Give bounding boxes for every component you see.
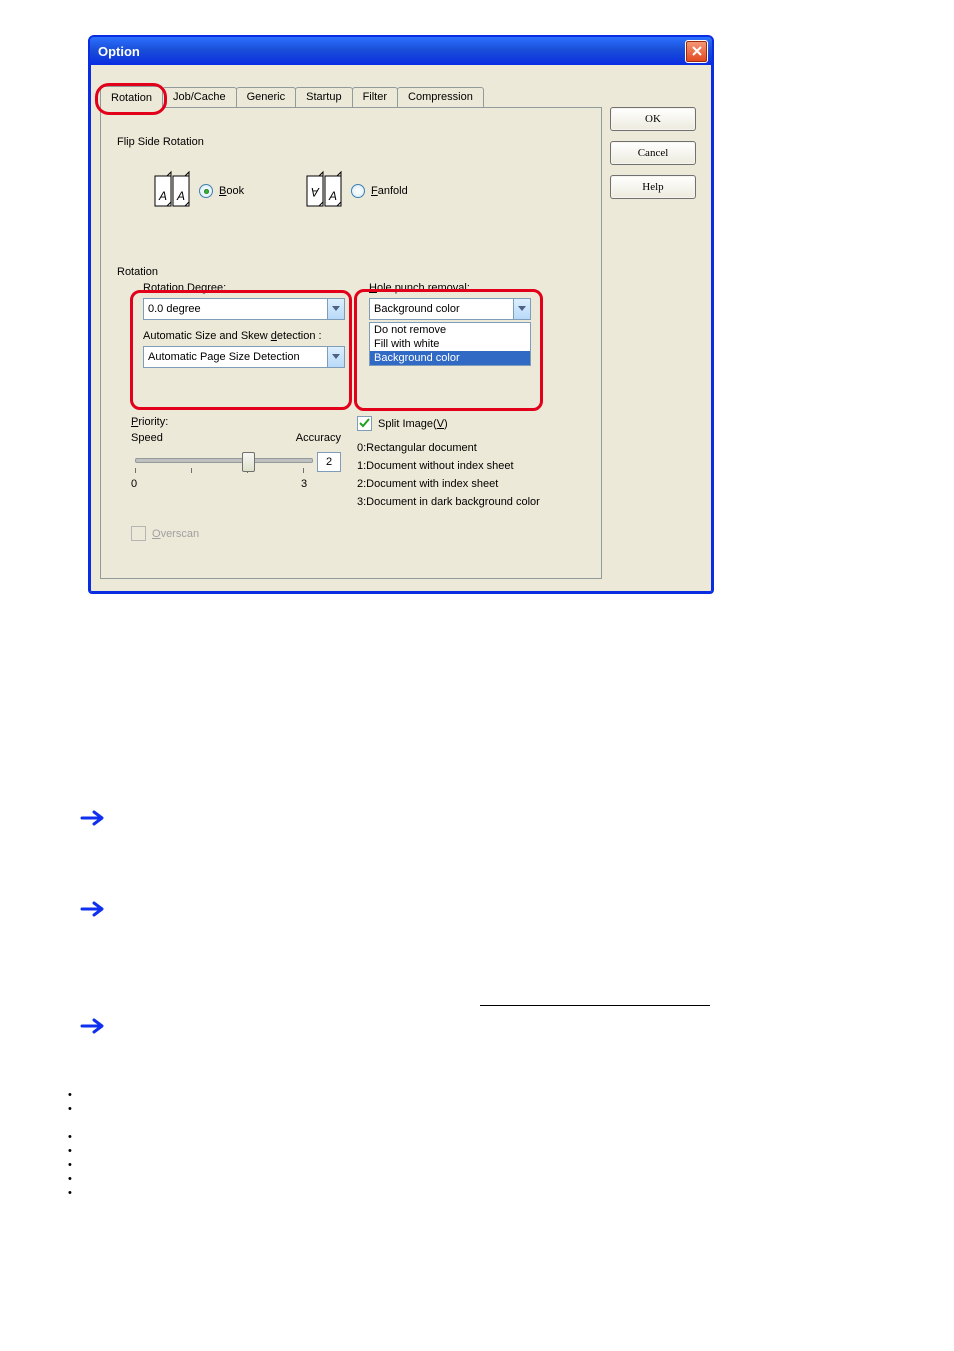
split-option-1: 1:Document without index sheet: [357, 457, 583, 475]
svg-text:A: A: [176, 189, 185, 203]
flip-side-section: Flip Side Rotation A A Book: [113, 118, 589, 233]
autosize-combo[interactable]: Automatic Page Size Detection: [143, 346, 345, 368]
overscan-checkbox: [131, 526, 146, 541]
tab-compression[interactable]: Compression: [397, 87, 484, 107]
holepunch-label: Hole punch removal:: [369, 282, 559, 294]
close-button[interactable]: [685, 40, 708, 63]
client-area: Rotation Job/Cache Generic Startup Filte…: [94, 69, 708, 588]
tab-generic[interactable]: Generic: [236, 87, 297, 107]
book-icon: A A: [153, 170, 193, 212]
list-item: •: [68, 1102, 72, 1116]
priority-min: 0: [131, 478, 137, 490]
rotation-left-column: Rotation Degree: 0.0 degree Automatic Si…: [143, 282, 353, 368]
list-item: •: [68, 1158, 72, 1172]
bullet-list: • • • • • • •: [68, 1088, 72, 1200]
slider-tick: [303, 468, 304, 473]
svg-text:A: A: [158, 189, 167, 203]
split-image-checkbox[interactable]: [357, 416, 372, 431]
chevron-down-icon: [513, 299, 530, 319]
svg-text:A: A: [328, 189, 337, 203]
autosize-label: Automatic Size and Skew detection :: [143, 330, 353, 342]
rotation-right-column: Hole punch removal: Background color Do …: [369, 282, 559, 366]
list-item: •: [68, 1172, 72, 1186]
rotation-section-label: Rotation: [117, 266, 158, 278]
flip-section-label: Flip Side Rotation: [117, 136, 204, 148]
split-image-options: 0:Rectangular document 1:Document withou…: [357, 439, 583, 511]
rotation-degree-combo[interactable]: 0.0 degree: [143, 298, 345, 320]
fanfold-icon: A A: [305, 170, 345, 212]
split-image-label: Split Image(V): [378, 418, 448, 430]
rotation-degree-label: Rotation Degree:: [143, 282, 353, 294]
horizontal-rule: [480, 1005, 710, 1006]
tab-filter[interactable]: Filter: [352, 87, 398, 107]
split-image-section: Split Image(V) 0:Rectangular document 1:…: [357, 416, 583, 511]
svg-text:A: A: [311, 185, 320, 199]
chevron-down-icon: [327, 347, 344, 367]
fanfold-label: Fanfold: [371, 185, 408, 197]
arrow-icon: [80, 1016, 110, 1036]
book-label: Book: [219, 185, 244, 197]
help-button[interactable]: Help: [610, 175, 696, 199]
book-option[interactable]: A A Book: [153, 170, 244, 212]
window-title: Option: [98, 44, 685, 59]
priority-ends: Speed Accuracy: [131, 432, 341, 444]
priority-max: 3: [301, 478, 307, 490]
option-dialog: Option Rotation Job/Cache Generic Startu…: [88, 35, 714, 594]
cancel-button[interactable]: Cancel: [610, 141, 696, 165]
slider-track: [135, 458, 313, 463]
overscan-label: Overscan: [152, 528, 199, 540]
priority-value: 2: [317, 452, 341, 472]
priority-section: Priority: Speed Accuracy 2 0 3: [131, 416, 341, 478]
tab-strip: Rotation Job/Cache Generic Startup Filte…: [100, 87, 483, 107]
book-radio[interactable]: [199, 184, 213, 198]
split-option-2: 2:Document with index sheet: [357, 475, 583, 493]
split-option-0: 0:Rectangular document: [357, 439, 583, 457]
overscan-checkbox-row: Overscan: [131, 526, 199, 541]
list-item[interactable]: Do not remove: [370, 323, 530, 337]
fanfold-option[interactable]: A A Fanfold: [305, 170, 408, 212]
tab-startup[interactable]: Startup: [295, 87, 352, 107]
titlebar: Option: [90, 37, 712, 65]
tab-rotation[interactable]: Rotation: [100, 86, 163, 108]
dialog-buttons: OK Cancel Help: [610, 107, 702, 209]
priority-label: Priority:: [131, 416, 341, 428]
split-option-3: 3:Document in dark background color: [357, 493, 583, 511]
holepunch-combo[interactable]: Background color: [369, 298, 531, 320]
fanfold-radio[interactable]: [351, 184, 365, 198]
tab-jobcache[interactable]: Job/Cache: [162, 87, 237, 107]
arrow-icon: [80, 899, 110, 919]
list-item: •: [68, 1186, 72, 1200]
priority-slider[interactable]: 2 0 3: [131, 450, 341, 478]
list-item: •: [68, 1088, 72, 1102]
ok-button[interactable]: OK: [610, 107, 696, 131]
rotation-page: Flip Side Rotation A A Book: [100, 107, 602, 579]
chevron-down-icon: [327, 299, 344, 319]
list-item[interactable]: Background color: [370, 351, 530, 365]
slider-thumb[interactable]: [242, 452, 255, 472]
list-item: •: [68, 1144, 72, 1158]
priority-speed-label: Speed: [131, 432, 163, 444]
slider-tick: [191, 468, 192, 473]
arrow-icon: [80, 808, 110, 828]
priority-accuracy-label: Accuracy: [296, 432, 341, 444]
slider-tick: [135, 468, 136, 473]
list-item[interactable]: Fill with white: [370, 337, 530, 351]
holepunch-listbox[interactable]: Do not remove Fill with white Background…: [369, 322, 531, 366]
list-item: •: [68, 1130, 72, 1144]
split-image-checkbox-row[interactable]: Split Image(V): [357, 416, 583, 431]
